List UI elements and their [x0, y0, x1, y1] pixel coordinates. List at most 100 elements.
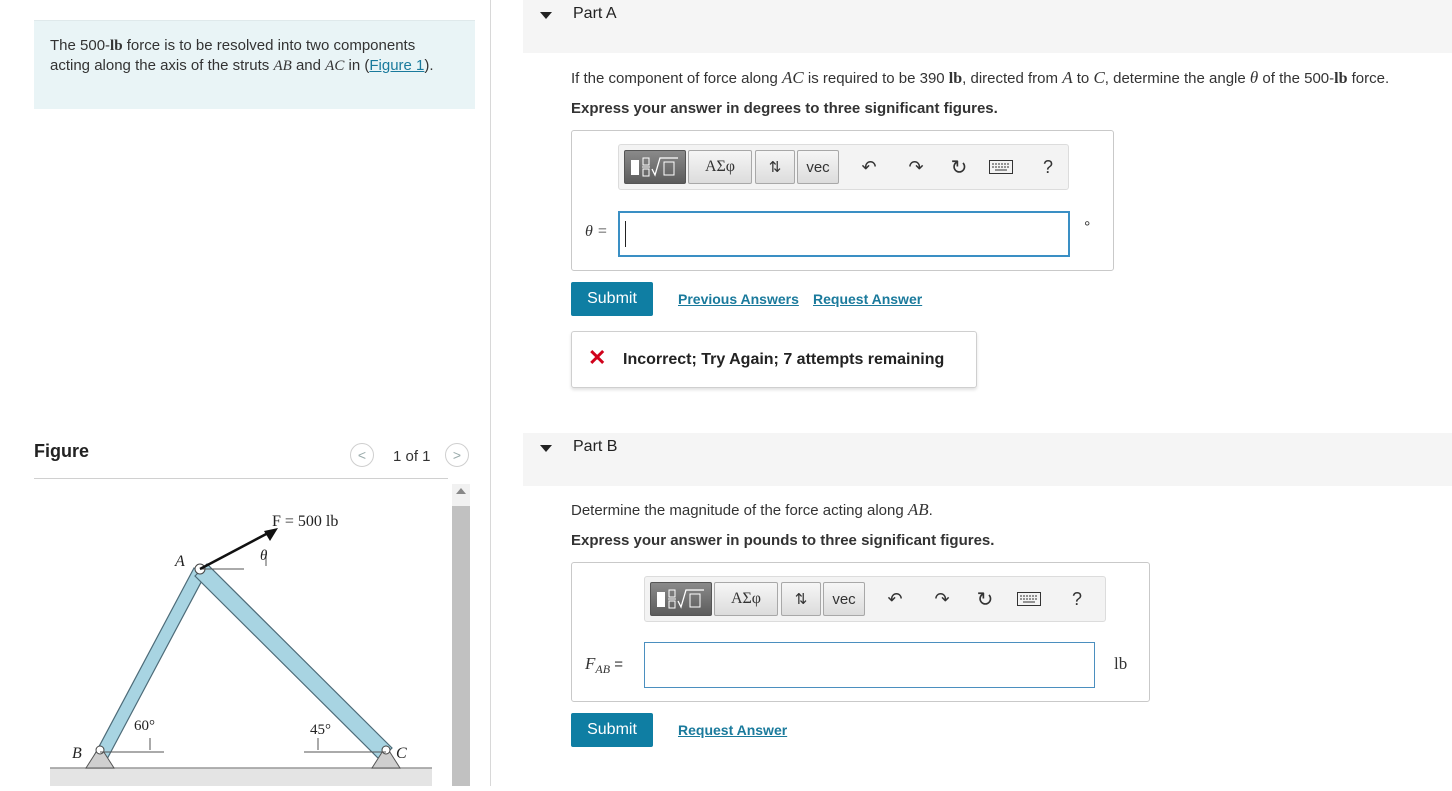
point-a-label: A	[174, 553, 185, 570]
previous-answers-link[interactable]: Previous Answers	[678, 291, 799, 307]
strut-ac-label: AC	[325, 58, 345, 74]
f-ab-equals-label: FAB =	[585, 654, 623, 677]
pin-c	[381, 745, 391, 755]
point-c-label: C	[396, 745, 407, 762]
figure-next-button[interactable]: >	[445, 443, 469, 467]
part-a-question: If the component of force along AC is re…	[571, 68, 1389, 88]
templates-button[interactable]	[624, 150, 686, 184]
math-toolbar: ΑΣφ ⇅ vec ↶ ↷ ↻ ?	[644, 576, 1106, 622]
templates-button[interactable]	[650, 582, 712, 616]
question-text: , directed from	[962, 70, 1063, 87]
figure-link[interactable]: Figure 1	[369, 57, 424, 74]
f-ab-input[interactable]	[644, 642, 1095, 688]
part-b-answer-box: ΑΣφ ⇅ vec ↶ ↷ ↻ ? FAB = lb	[571, 562, 1150, 702]
point-b-label: B	[72, 745, 82, 762]
var-ac: AC	[781, 68, 804, 87]
vec-button[interactable]: vec	[797, 150, 839, 184]
problem-text: in (	[344, 57, 370, 74]
problem-text: ).	[424, 57, 434, 74]
theta-equals-label: θ =	[585, 223, 608, 240]
var-sub-ab: AB	[595, 662, 611, 676]
collapse-triangle-icon[interactable]	[540, 445, 552, 452]
part-a-answer-box: ΑΣφ ⇅ vec ↶ ↷ ↻ ? θ = °	[571, 130, 1114, 271]
part-a-header[interactable]: Part A	[523, 0, 1452, 53]
degree-unit: °	[1084, 219, 1091, 236]
unit-lb: lb	[110, 38, 123, 54]
ground	[50, 768, 432, 786]
var-a: A	[1062, 68, 1073, 87]
force-label: F = 500 lb	[272, 513, 338, 530]
keyboard-icon[interactable]	[989, 155, 1013, 179]
part-a-title: Part A	[573, 5, 617, 22]
math-toolbar: ΑΣφ ⇅ vec ↶ ↷ ↻ ?	[618, 144, 1069, 190]
undo-icon[interactable]: ↶	[857, 155, 881, 179]
lb-unit: lb	[1114, 654, 1128, 673]
chevron-left-icon: <	[357, 447, 367, 463]
question-text: .	[928, 502, 933, 519]
part-b-request-answer-link[interactable]: Request Answer	[678, 722, 787, 738]
part-b-instruction: Express your answer in pounds to three s…	[571, 532, 995, 549]
question-text: If the component of force along	[571, 70, 782, 87]
problem-text: The 500-	[50, 37, 111, 54]
angle-b-label: 60°	[134, 718, 155, 734]
column-divider	[490, 0, 491, 786]
strut-ac	[194, 563, 393, 761]
var-f: F	[585, 654, 596, 673]
help-button[interactable]: ?	[1065, 587, 1089, 611]
greek-button[interactable]: ΑΣφ	[688, 150, 752, 184]
figure-counter: 1 of 1	[393, 448, 431, 465]
feedback-message: ✕ Incorrect; Try Again; 7 attempts remai…	[571, 331, 977, 388]
redo-icon[interactable]: ↷	[930, 587, 954, 611]
var-ab: AB	[907, 500, 929, 519]
strut-ab-label: AB	[273, 58, 292, 74]
part-b-submit-button[interactable]: Submit	[571, 713, 653, 747]
figure-divider	[34, 478, 448, 479]
vec-button[interactable]: vec	[823, 582, 865, 616]
var-c: C	[1093, 68, 1105, 87]
figure-title: Figure	[34, 441, 90, 461]
part-b-title: Part B	[573, 438, 618, 455]
question-text: to	[1072, 70, 1094, 87]
var-theta: θ	[1249, 68, 1259, 87]
keyboard-icon[interactable]	[1017, 587, 1041, 611]
x-mark-icon: ✕	[588, 345, 607, 370]
part-a-submit-button[interactable]: Submit	[571, 282, 653, 316]
help-button[interactable]: ?	[1036, 155, 1060, 179]
part-b-question: Determine the magnitude of the force act…	[571, 500, 933, 520]
question-text: Determine the magnitude of the force act…	[571, 502, 908, 519]
pin-b	[95, 745, 105, 755]
undo-icon[interactable]: ↶	[883, 587, 907, 611]
greek-button[interactable]: ΑΣφ	[714, 582, 778, 616]
problem-text: and	[291, 57, 326, 74]
feedback-text: Incorrect; Try Again; 7 attempts remaini…	[623, 351, 945, 368]
part-a-request-answer-link[interactable]: Request Answer	[813, 291, 922, 307]
fraction-sqrt-icon	[657, 589, 704, 609]
scroll-up-icon[interactable]	[456, 488, 466, 494]
question-text: of the 500-	[1258, 70, 1335, 87]
part-b-header[interactable]: Part B	[523, 433, 1452, 486]
unit-lb: lb	[1334, 70, 1348, 87]
fraction-sqrt-icon	[631, 157, 678, 177]
chevron-right-icon: >	[452, 447, 462, 463]
figure-prev-button[interactable]: <	[350, 443, 374, 467]
theta-input[interactable]	[618, 211, 1070, 257]
unit-lb: lb	[948, 70, 963, 87]
part-a-instruction: Express your answer in degrees to three …	[571, 100, 998, 117]
question-text: , determine the angle	[1104, 70, 1250, 87]
figure-image: F = 500 lb θ A B C 60° 45°	[34, 480, 448, 786]
problem-statement: The 500-lb force is to be resolved into …	[34, 20, 475, 109]
text-cursor	[625, 221, 626, 247]
arrows-button[interactable]: ⇅	[781, 582, 821, 616]
angle-c-label: 45°	[310, 722, 331, 738]
question-text: is required to be 390	[803, 70, 949, 87]
arrows-button[interactable]: ⇅	[755, 150, 795, 184]
collapse-triangle-icon[interactable]	[540, 12, 552, 19]
reset-icon[interactable]: ↻	[973, 587, 997, 611]
question-text: force.	[1347, 70, 1390, 87]
redo-icon[interactable]: ↷	[904, 155, 928, 179]
equals-sign: =	[610, 656, 623, 673]
reset-icon[interactable]: ↻	[947, 155, 971, 179]
truss-diagram: F = 500 lb θ A B C 60° 45°	[50, 513, 432, 786]
theta-label: θ	[260, 548, 268, 564]
figure-scrollbar-thumb[interactable]	[452, 506, 470, 786]
